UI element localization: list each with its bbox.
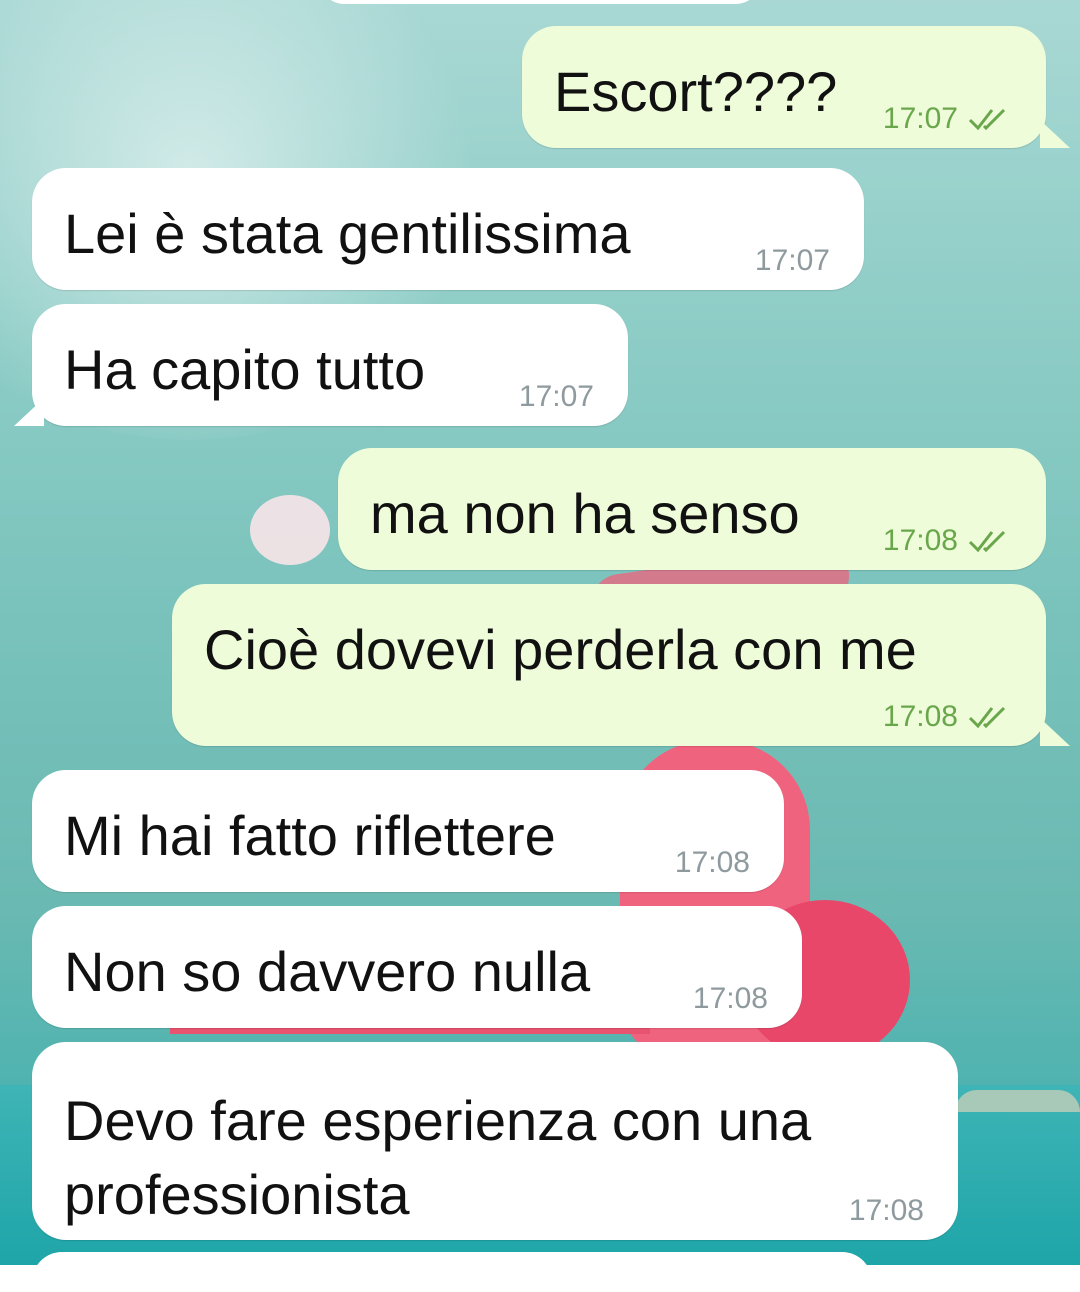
message-text: Cioè dovevi perderla con me <box>204 618 917 681</box>
message-meta: 17:07 <box>755 246 830 276</box>
double-check-icon <box>968 108 1006 131</box>
message-meta: 17:08 <box>693 984 768 1014</box>
message-text: ma non ha senso <box>370 482 800 545</box>
message-meta: 17:08 <box>849 1196 924 1226</box>
message-text: Escort???? <box>554 60 838 123</box>
message-time: 17:08 <box>848 1194 924 1227</box>
message-bubble-incoming[interactable]: Lei è stata gentilissima 17:07 <box>32 168 864 290</box>
message-bubble-outgoing[interactable]: Cioè dovevi perderla con me 17:08 <box>172 584 1046 746</box>
message-bubble-incoming[interactable]: Non so davvero nulla 17:08 <box>32 906 802 1028</box>
wallpaper-island <box>955 1090 1080 1112</box>
message-bubble-outgoing[interactable]: ma non ha senso 17:08 <box>338 448 1046 570</box>
message-meta: 17:07 <box>883 104 1012 134</box>
message-time: 17:07 <box>882 102 958 135</box>
message-text: Devo fare esperienza con una professioni… <box>64 1089 812 1226</box>
message-time: 17:08 <box>882 524 958 557</box>
message-text: Lei è stata gentilissima <box>64 202 631 265</box>
double-check-icon <box>968 530 1006 553</box>
message-bubble-incoming[interactable]: Devo fare esperienza con una professioni… <box>32 1042 958 1240</box>
message-text: Non so davvero nulla <box>64 940 591 1003</box>
message-time: 17:08 <box>692 982 768 1015</box>
message-bubble-incoming[interactable]: Mi hai fatto riflettere 17:08 <box>32 770 784 892</box>
message-time: 17:08 <box>674 846 750 879</box>
message-meta: 17:07 <box>519 382 594 412</box>
double-check-icon <box>968 706 1006 729</box>
next-message-edge <box>32 1252 872 1292</box>
message-time: 17:07 <box>518 380 594 413</box>
message-meta: 17:08 <box>675 848 750 878</box>
previous-message-edge <box>320 0 760 4</box>
message-text: Ha capito tutto <box>64 338 426 401</box>
message-bubble-incoming[interactable]: Ha capito tutto 17:07 <box>32 304 628 426</box>
message-time: 17:07 <box>754 244 830 277</box>
message-time: 17:08 <box>882 700 958 733</box>
message-bubble-outgoing[interactable]: Escort???? 17:07 <box>522 26 1046 148</box>
wallpaper-flare <box>250 495 330 565</box>
message-meta: 17:08 <box>883 702 1012 732</box>
message-meta: 17:08 <box>883 526 1012 556</box>
message-text: Mi hai fatto riflettere <box>64 804 556 867</box>
